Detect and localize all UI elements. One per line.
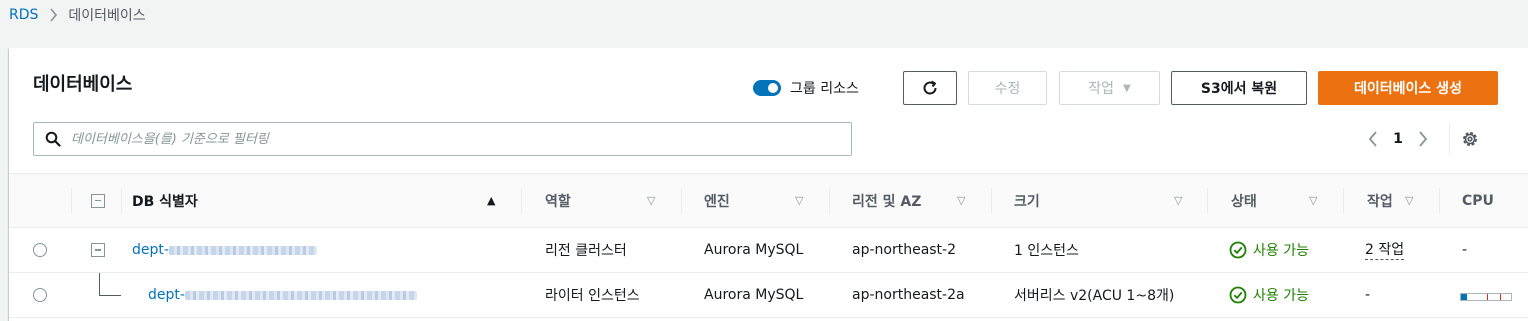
sort-desc-icon[interactable]: ▽ <box>1309 194 1317 207</box>
sort-desc-icon[interactable]: ▽ <box>647 194 655 207</box>
restore-from-s3-button[interactable]: S3에서 복원 <box>1171 71 1307 105</box>
actions-cell[interactable]: 2 작업 <box>1365 228 1405 272</box>
chevron-right-icon <box>38 8 68 22</box>
actions-button-label: 작업 <box>1088 81 1115 97</box>
caret-down-icon: ▼ <box>1123 82 1131 94</box>
toggle-switch[interactable] <box>753 80 781 96</box>
tree-connector <box>99 295 121 296</box>
role-cell: 라이터 인스턴스 <box>545 288 640 304</box>
cpu-utilization-bar <box>1460 293 1512 301</box>
pagination: 1 <box>1359 124 1480 154</box>
group-resources-label: 그룹 리소스 <box>790 81 859 97</box>
refresh-icon <box>923 80 937 95</box>
column-header-engine[interactable]: 엔진 <box>704 174 730 227</box>
check-circle-icon <box>1229 286 1247 304</box>
column-header-cpu[interactable]: CPU <box>1462 174 1494 227</box>
page-title: 데이터베이스 <box>33 74 133 95</box>
modify-button[interactable]: 수정 <box>968 71 1047 105</box>
sort-asc-icon[interactable]: ▲ <box>487 194 495 207</box>
chevron-right-icon[interactable] <box>1409 131 1437 147</box>
table-header: DB 식별자 ▲ 역할 ▽ 엔진 ▽ 리전 및 AZ ▽ 크기 ▽ 상태 ▽ 작… <box>9 173 1528 228</box>
size-cell: 1 인스턴스 <box>1014 243 1079 259</box>
region-cell: ap-northeast-2 <box>852 242 957 258</box>
column-header-db-identifier[interactable]: DB 식별자 <box>132 174 198 227</box>
region-cell: ap-northeast-2a <box>852 287 965 303</box>
create-database-label: 데이터베이스 생성 <box>1354 81 1462 97</box>
restore-from-s3-label: S3에서 복원 <box>1200 81 1278 97</box>
db-identifier-link[interactable]: dept- <box>148 273 417 317</box>
filter-search-input[interactable] <box>71 131 851 147</box>
collapse-icon[interactable] <box>91 193 105 208</box>
modify-button-label: 수정 <box>994 81 1021 97</box>
column-header-role[interactable]: 역할 <box>545 174 571 227</box>
actions-button[interactable]: 작업 ▼ <box>1059 71 1160 105</box>
breadcrumb-rds-link[interactable]: RDS <box>9 7 38 23</box>
breadcrumb: RDS 데이터베이스 <box>9 5 146 25</box>
sort-desc-icon[interactable]: ▽ <box>957 194 965 207</box>
table-row[interactable]: dept- 리전 클러스터 Aurora MySQL ap-northeast-… <box>9 228 1528 273</box>
tree-connector <box>99 273 100 295</box>
actions-cell: - <box>1365 287 1371 303</box>
row-select-radio[interactable] <box>33 243 47 257</box>
column-header-region-az[interactable]: 리전 및 AZ <box>852 174 921 227</box>
sort-desc-icon[interactable]: ▽ <box>795 194 803 207</box>
table-row[interactable]: dept- 라이터 인스턴스 Aurora MySQL ap-northeast… <box>9 273 1528 318</box>
collapse-icon[interactable] <box>91 243 105 257</box>
status-cell: 사용 가능 <box>1229 273 1309 317</box>
role-cell: 리전 클러스터 <box>545 243 627 259</box>
create-database-button[interactable]: 데이터베이스 생성 <box>1318 71 1498 105</box>
row-select-radio[interactable] <box>33 288 47 302</box>
status-cell: 사용 가능 <box>1229 228 1309 272</box>
sort-desc-icon[interactable]: ▽ <box>1405 194 1413 207</box>
group-resources-toggle[interactable]: 그룹 리소스 <box>753 78 859 98</box>
column-header-status[interactable]: 상태 <box>1231 174 1257 227</box>
databases-panel: 데이터베이스 그룹 리소스 수정 작업 ▼ S3에서 복원 데이터베이스 생성 … <box>9 48 1528 321</box>
engine-cell: Aurora MySQL <box>704 287 804 303</box>
engine-cell: Aurora MySQL <box>704 242 804 258</box>
select-all-collapse[interactable] <box>91 174 105 227</box>
check-circle-icon <box>1229 241 1247 259</box>
size-cell: 서버리스 v2(ACU 1~8개) <box>1014 288 1175 304</box>
cpu-cell: - <box>1462 242 1468 258</box>
column-header-size[interactable]: 크기 <box>1014 174 1040 227</box>
current-page-number[interactable]: 1 <box>1387 131 1409 147</box>
chevron-left-icon[interactable] <box>1359 131 1387 147</box>
column-header-actions[interactable]: 작업 <box>1367 174 1393 227</box>
breadcrumb-current: 데이터베이스 <box>68 8 146 24</box>
db-identifier-link[interactable]: dept- <box>132 228 317 272</box>
gear-icon[interactable] <box>1460 129 1480 149</box>
search-icon <box>45 131 61 147</box>
sort-desc-icon[interactable]: ▽ <box>1174 194 1182 207</box>
filter-search-box[interactable] <box>33 122 852 156</box>
refresh-button[interactable] <box>903 71 957 105</box>
